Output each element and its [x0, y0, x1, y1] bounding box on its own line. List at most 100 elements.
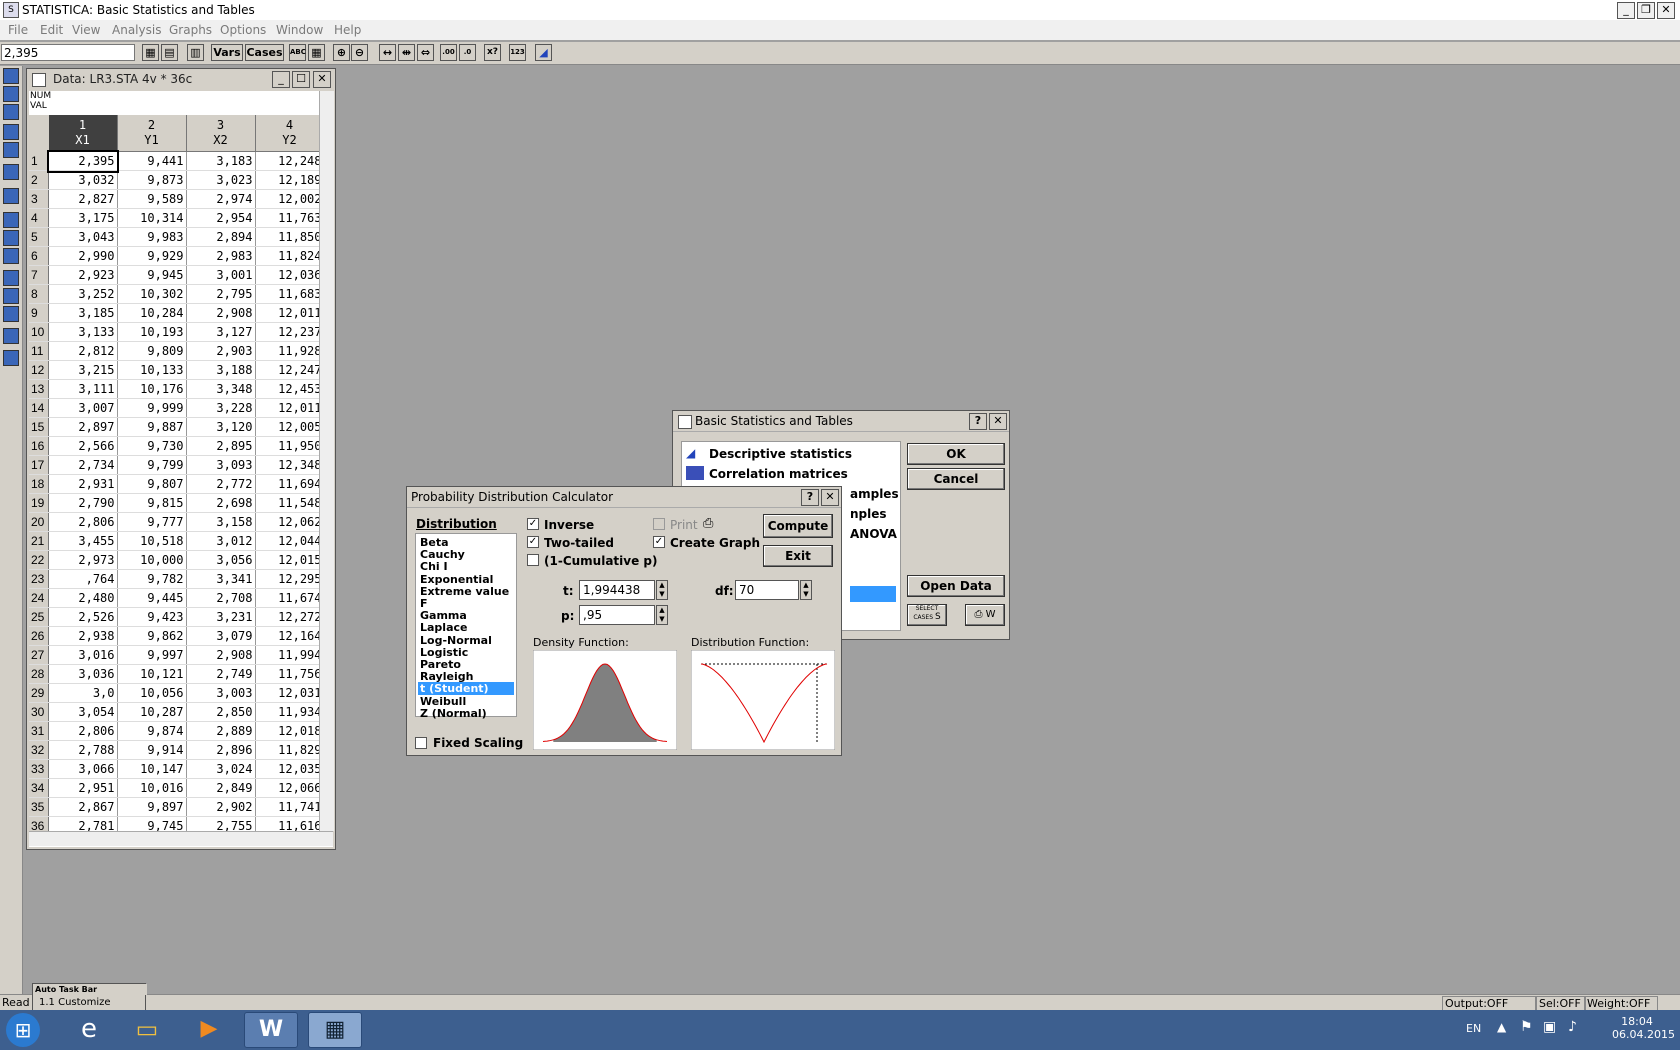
select-cases-button[interactable]: SELECT CASES S	[907, 604, 947, 626]
decimals-remove-icon[interactable]: .0	[459, 44, 476, 61]
table-cell[interactable]: 3,093	[186, 455, 256, 475]
table-cell[interactable]: 2,895	[186, 436, 256, 456]
data-minimize-icon[interactable]: _	[272, 71, 290, 88]
column-header-y1[interactable]: 2 Y1	[117, 115, 187, 152]
table-cell[interactable]: 3,120	[186, 417, 256, 437]
table-cell[interactable]: 10,000	[117, 550, 187, 570]
table-cell[interactable]: 3,111	[48, 379, 118, 399]
table-cell[interactable]: 11,756	[255, 664, 325, 684]
distribution-item[interactable]: Extreme value	[418, 585, 514, 598]
tool-icon-2[interactable]	[3, 86, 19, 102]
row-number[interactable]: 28	[29, 664, 49, 684]
app-icon[interactable]: S	[3, 2, 19, 18]
row-number[interactable]: 5	[29, 227, 49, 247]
table-cell[interactable]: 3,231	[186, 607, 256, 627]
distribution-item[interactable]: Weibull	[418, 695, 514, 708]
row-number[interactable]: 8	[29, 284, 49, 304]
row-number[interactable]: 6	[29, 246, 49, 266]
column-header-x1[interactable]: 1 X1	[48, 115, 118, 152]
table-cell[interactable]: 10,302	[117, 284, 187, 304]
restore-icon[interactable]: ❐	[1637, 2, 1655, 19]
table-cell[interactable]: 9,945	[117, 265, 187, 285]
table-cell[interactable]: 9,873	[117, 170, 187, 190]
table-cell[interactable]: 3,348	[186, 379, 256, 399]
table-cell[interactable]: 10,284	[117, 303, 187, 323]
table-cell[interactable]: 12,011	[255, 398, 325, 418]
distribution-item[interactable]: Z (Normal)	[418, 707, 514, 720]
table-cell[interactable]: 3,158	[186, 512, 256, 532]
table-cell[interactable]: 2,806	[48, 721, 118, 741]
menu-view[interactable]: View	[72, 23, 100, 37]
inverse-checkbox[interactable]: ✓	[527, 518, 539, 530]
distribution-item[interactable]: t (Student)	[418, 682, 514, 696]
table-cell[interactable]: 9,807	[117, 474, 187, 494]
data-close-icon[interactable]: ✕	[313, 71, 331, 88]
print-icon[interactable]	[3, 248, 19, 264]
distribution-item[interactable]: Rayleigh	[418, 670, 514, 683]
table-cell[interactable]: 12,248	[255, 151, 325, 171]
row-number[interactable]: 34	[29, 778, 49, 798]
table-cell[interactable]: 10,176	[117, 379, 187, 399]
table-cell[interactable]: 2,772	[186, 474, 256, 494]
distribution-item[interactable]: F	[418, 597, 514, 610]
menu-graphs[interactable]: Graphs	[169, 23, 212, 37]
row-number[interactable]: 3	[29, 189, 49, 209]
table-cell[interactable]: 11,829	[255, 740, 325, 760]
cell-value-field[interactable]: 2,395	[1, 44, 135, 61]
analysis-item-selected[interactable]	[850, 586, 896, 602]
row-number[interactable]: 19	[29, 493, 49, 513]
cumulative-checkbox[interactable]	[527, 554, 539, 566]
table-cell[interactable]: 3,023	[186, 170, 256, 190]
table-cell[interactable]: 3,056	[186, 550, 256, 570]
tool-icon-5[interactable]	[3, 142, 19, 158]
table-cell[interactable]: 3,024	[186, 759, 256, 779]
table-cell[interactable]: 11,694	[255, 474, 325, 494]
table-cell[interactable]: 2,790	[48, 493, 118, 513]
exit-button[interactable]: Exit	[763, 545, 833, 567]
paste-icon[interactable]	[3, 306, 19, 322]
t-value-field[interactable]: 1,994438	[579, 580, 655, 600]
analysis-item-partial-1[interactable]: amples	[850, 487, 899, 501]
row-number[interactable]: 21	[29, 531, 49, 551]
table-cell[interactable]: 11,994	[255, 645, 325, 665]
table-cell[interactable]: 3,0	[48, 683, 118, 703]
table-cell[interactable]: 12,002	[255, 189, 325, 209]
cut-icon[interactable]	[3, 270, 19, 286]
table-cell[interactable]: 12,247	[255, 360, 325, 380]
table-cell[interactable]: 10,287	[117, 702, 187, 722]
table-cell[interactable]: 10,518	[117, 531, 187, 551]
table-cell[interactable]: 2,812	[48, 341, 118, 361]
table-cell[interactable]: 2,566	[48, 436, 118, 456]
row-number[interactable]: 12	[29, 360, 49, 380]
table-cell[interactable]: 12,035	[255, 759, 325, 779]
row-number[interactable]: 29	[29, 683, 49, 703]
table-cell[interactable]: 2,896	[186, 740, 256, 760]
notes-icon[interactable]: ▤	[161, 44, 178, 61]
table-cell[interactable]: 9,730	[117, 436, 187, 456]
row-number[interactable]: 13	[29, 379, 49, 399]
table-cell[interactable]: 9,897	[117, 797, 187, 817]
table-cell[interactable]: 11,950	[255, 436, 325, 456]
network-icon[interactable]: ▣	[1543, 1019, 1556, 1035]
menu-edit[interactable]: Edit	[40, 23, 63, 37]
table-cell[interactable]: 12,044	[255, 531, 325, 551]
tool-icon-3[interactable]	[3, 104, 19, 120]
table-cell[interactable]: 2,749	[186, 664, 256, 684]
distribution-item[interactable]: Pareto	[418, 658, 514, 671]
row-number[interactable]: 17	[29, 455, 49, 475]
table-cell[interactable]: 2,827	[48, 189, 118, 209]
row-number[interactable]: 15	[29, 417, 49, 437]
col-narrow-icon[interactable]: ⇹	[398, 44, 415, 61]
start-icon[interactable]: ⊞	[6, 1013, 40, 1047]
table-cell[interactable]: 9,815	[117, 493, 187, 513]
table-cell[interactable]: 9,423	[117, 607, 187, 627]
ok-button[interactable]: OK	[907, 443, 1005, 465]
open-icon[interactable]	[3, 212, 19, 228]
prob-calc-help-icon[interactable]: ?	[801, 489, 819, 506]
tray-expand-icon[interactable]: ▲	[1497, 1020, 1506, 1034]
copy-icon[interactable]	[3, 288, 19, 304]
table-cell[interactable]: 3,032	[48, 170, 118, 190]
tool-icon-7[interactable]	[3, 188, 19, 204]
row-number[interactable]: 9	[29, 303, 49, 323]
row-number[interactable]: 22	[29, 550, 49, 570]
